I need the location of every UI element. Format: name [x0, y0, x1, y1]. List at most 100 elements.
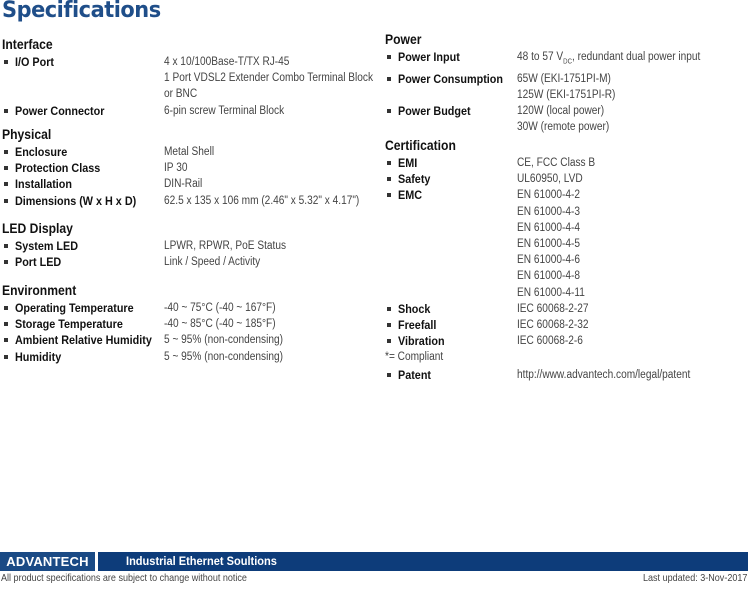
spec-value: 6-pin screw Terminal Block: [164, 104, 285, 117]
spec-value: IEC 60068-2-6: [517, 335, 583, 348]
spec-value: EN 61000-4-4: [517, 221, 581, 234]
spec-label: Protection Class: [15, 161, 101, 176]
bullet-icon: [4, 338, 8, 343]
spec-value: 125W (EKI-1751PI-R): [517, 88, 616, 101]
spec-value: -40 ~ 75°C (-40 ~ 167°F): [164, 302, 276, 314]
footer-band: Industrial Ethernet Soultions: [98, 552, 748, 571]
footer-tagline: Industrial Ethernet Soultions: [126, 554, 277, 568]
spec-row: Dimensions (W x H x D) 62.5 x 135 x 106 …: [2, 193, 372, 209]
spec-value: IEC 60068-2-27: [517, 302, 589, 315]
spec-value: 1 Port VDSL2 Extender Combo Terminal Blo…: [164, 72, 374, 85]
spec-value: IEC 60068-2-32: [517, 319, 589, 332]
spec-value: Link / Speed / Activity: [164, 256, 261, 269]
section-title: Physical: [2, 127, 52, 142]
bullet-icon: [387, 306, 391, 311]
section-title: Certification: [385, 138, 456, 153]
section-environment: Environment Operating Temperature -40 ~ …: [2, 282, 372, 365]
spec-label: Operating Temperature: [15, 301, 134, 315]
spec-value: 5 ~ 95% (non-condensing): [164, 334, 283, 347]
spec-label: Power Connector: [15, 103, 105, 118]
spec-label: Port LED: [15, 255, 62, 270]
bullet-icon: [4, 260, 8, 265]
spec-value: UL60950, LVD: [517, 173, 583, 186]
power-input-detail: , redundant dual power input: [572, 51, 701, 63]
section-interface: Interface I/O Port 4 x 10/100Base-T/TX R…: [2, 36, 374, 119]
bullet-icon: [4, 322, 8, 327]
spec-label: Dimensions (W x H x D): [15, 193, 137, 208]
spec-row-patent: Patent http://www.advantech.com/legal/pa…: [385, 367, 750, 383]
spec-row: EMI CE, FCC Class B: [385, 155, 750, 171]
bullet-icon: [4, 108, 8, 113]
spec-row: Power Budget 120W (local power) 30W (rem…: [385, 103, 750, 135]
spec-row: Safety UL60950, LVD: [385, 171, 750, 187]
spec-label: Installation: [15, 177, 73, 192]
spec-label: Enclosure: [15, 145, 68, 159]
spec-value: IP 30: [164, 162, 188, 175]
spec-value: or BNC: [164, 88, 198, 101]
section-title: Interface: [2, 37, 53, 52]
spec-value: EN 61000-4-8: [517, 270, 581, 283]
spec-row: Vibration IEC 60068-2-6: [385, 333, 750, 349]
spec-value: 4 x 10/100Base-T/TX RJ-45: [164, 56, 290, 68]
section-certification: Certification EMI CE, FCC Class B Safety…: [385, 137, 750, 384]
bullet-icon: [4, 354, 8, 359]
spec-row: Operating Temperature -40 ~ 75°C (-40 ~ …: [2, 300, 372, 316]
spec-label: Vibration: [398, 334, 445, 349]
spec-label: Humidity: [15, 349, 62, 364]
patent-link[interactable]: http://www.advantech.com/legal/patent: [517, 367, 722, 383]
bullet-icon: [4, 244, 8, 248]
spec-value: EN 61000-4-2: [517, 189, 581, 202]
footer-disclaimer: All product specifications are subject t…: [1, 572, 247, 584]
bullet-icon: [387, 193, 391, 198]
spec-value: 30W (remote power): [517, 121, 610, 134]
spec-label: Storage Temperature: [15, 317, 123, 332]
spec-value: 5 ~ 95% (non-condensing): [164, 350, 283, 363]
bullet-icon: [4, 182, 8, 187]
section-title: Power: [385, 32, 422, 47]
spec-value: EN 61000-4-3: [517, 205, 581, 218]
bullet-icon: [387, 161, 391, 165]
spec-row: Power Consumption 65W (EKI-1751PI-M) 125…: [385, 71, 750, 103]
bullet-icon: [387, 76, 391, 81]
spec-row: Shock IEC 60068-2-27: [385, 301, 750, 317]
spec-row: Ambient Relative Humidity 5 ~ 95% (non-c…: [2, 332, 372, 348]
spec-label: Power Input: [398, 50, 460, 64]
spec-value: 48 to 57 VDC, redundant dual power input: [517, 49, 722, 71]
bullet-icon: [4, 198, 8, 203]
spec-value: EN 61000-4-6: [517, 254, 581, 267]
spec-row: Power Input 48 to 57 VDC, redundant dual…: [385, 49, 750, 71]
spec-value: CE, FCC Class B: [517, 157, 596, 169]
spec-label: EMI: [398, 156, 418, 170]
bullet-icon: [387, 323, 391, 328]
bullet-icon: [4, 150, 8, 154]
spec-row: System LED LPWR, RPWR, PoE Status: [2, 238, 372, 254]
bullet-icon: [387, 373, 391, 378]
bullet-icon: [387, 55, 391, 59]
spec-label: Ambient Relative Humidity: [15, 333, 152, 348]
spec-row: Installation DIN-Rail: [2, 176, 372, 192]
bullet-icon: [4, 166, 8, 171]
bullet-icon: [4, 306, 8, 310]
spec-row: Storage Temperature -40 ~ 85°C (-40 ~ 18…: [2, 316, 372, 332]
spec-label: Power Consumption: [398, 71, 504, 86]
voltage-unit: DC: [563, 58, 573, 66]
bullet-icon: [387, 108, 391, 113]
spec-row: Enclosure Metal Shell: [2, 144, 372, 160]
spec-value: DIN-Rail: [164, 178, 203, 191]
spec-value: 62.5 x 135 x 106 mm (2.46" x 5.32" x 4.1…: [164, 194, 360, 207]
spec-row: EMC EN 61000-4-2 EN 61000-4-3 EN 61000-4…: [385, 187, 750, 300]
spec-row: Power Connector 6-pin screw Terminal Blo…: [2, 103, 372, 119]
spec-label: Shock: [398, 301, 431, 316]
spec-label: Safety: [398, 172, 431, 187]
spec-value: EN 61000-4-5: [517, 238, 581, 251]
spec-label: Freefall: [398, 318, 437, 333]
last-updated: Last updated: 3-Nov-2017: [642, 572, 747, 584]
spec-value: 65W (EKI-1751PI-M): [517, 72, 611, 85]
spec-row: Port LED Link / Speed / Activity: [2, 254, 372, 270]
spec-label: Power Budget: [398, 103, 471, 118]
section-power: Power Power Input 48 to 57 VDC, redundan…: [385, 31, 750, 135]
spec-value: EN 61000-4-11: [517, 286, 585, 299]
section-led-display: LED Display System LED LPWR, RPWR, PoE S…: [2, 220, 372, 270]
spec-value: Metal Shell: [164, 146, 215, 158]
footer-bar: ADVANTECH Industrial Ethernet Soultions: [0, 552, 748, 571]
